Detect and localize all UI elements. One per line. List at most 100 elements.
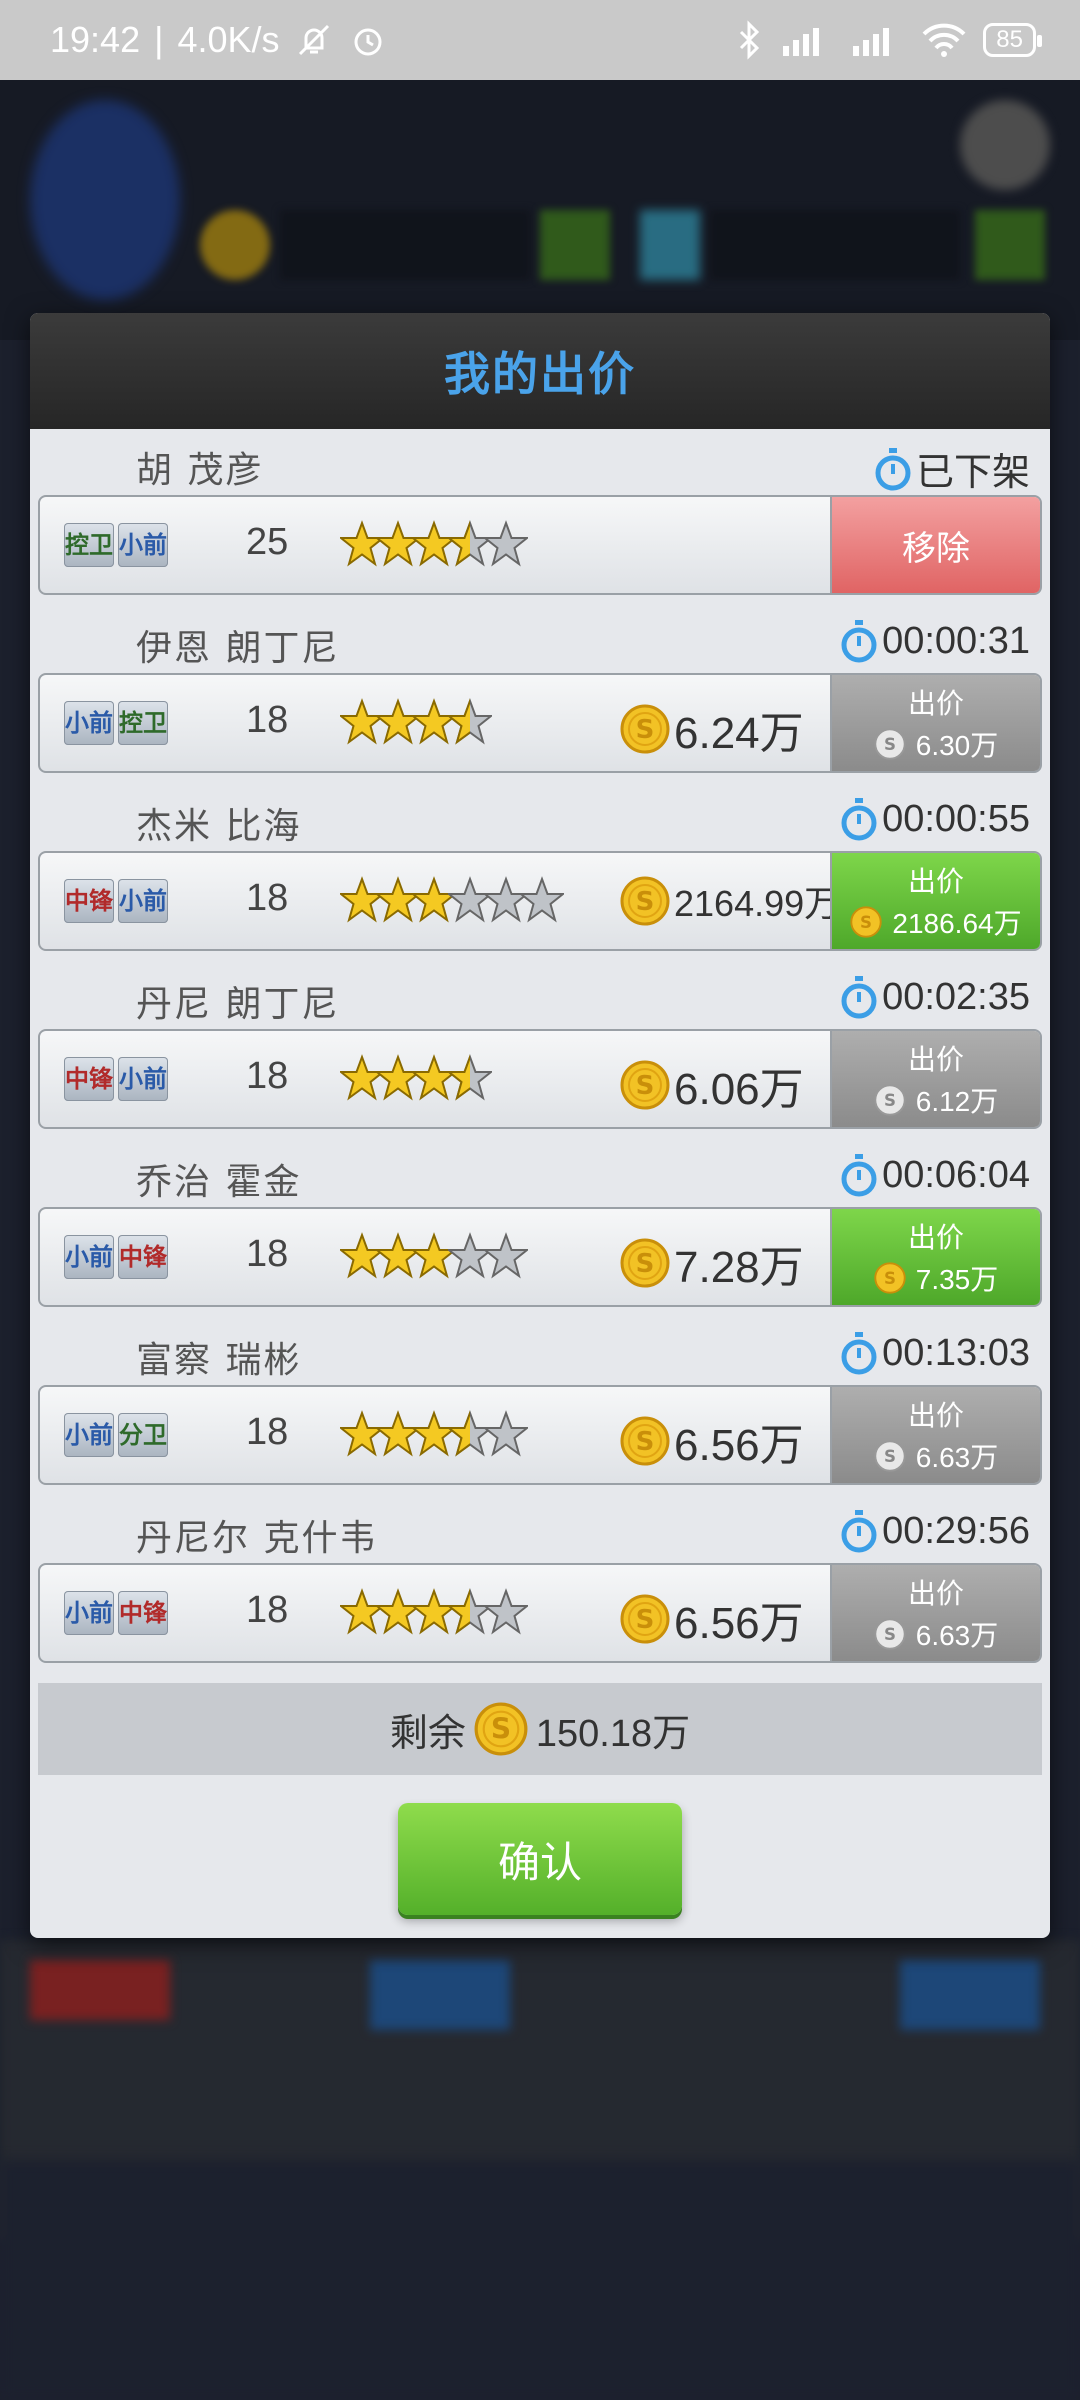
- star-icon: [338, 1051, 386, 1109]
- bid-button[interactable]: 出价 S 7.35万: [830, 1209, 1040, 1305]
- current-price: S 2164.99万: [620, 875, 840, 927]
- bid-button[interactable]: 出价 S 6.30万: [830, 675, 1040, 771]
- star-icon: [374, 873, 422, 931]
- bid-item: 胡 茂彦 已下架 控卫 小前 25 移除: [38, 437, 1042, 615]
- coin-icon: S: [620, 1416, 670, 1466]
- position-badge: 中锋: [118, 1591, 168, 1635]
- timer: 00:02:35: [840, 975, 1030, 1019]
- position-badge: 小前: [64, 701, 114, 745]
- star-rating: [338, 517, 530, 575]
- bid-button[interactable]: 出价 S 6.12万: [830, 1031, 1040, 1127]
- timer: 00:00:55: [840, 797, 1030, 841]
- status-bar: 19:42 | 4.0K/s 85: [0, 0, 1080, 80]
- mute-icon: [298, 24, 329, 56]
- coin-icon: S: [620, 876, 670, 926]
- bid-button[interactable]: 出价 S 6.63万: [830, 1387, 1040, 1483]
- star-icon: [518, 873, 566, 931]
- star-icon: [338, 1585, 386, 1643]
- separator: |: [154, 19, 164, 60]
- action-label: 出价: [907, 865, 964, 898]
- position-badge: 控卫: [118, 701, 168, 745]
- battery-icon: 85: [983, 23, 1042, 57]
- bid-item: 丹尼尔 克什韦 00:29:56 小前 中锋 18 S 6.56万 出价 S 6.63万: [38, 1505, 1042, 1683]
- star-icon: [410, 695, 458, 753]
- price-value: 6.06万: [674, 1065, 804, 1114]
- position-badge: 小前: [64, 1591, 114, 1635]
- bid-list: 胡 茂彦 已下架 控卫 小前 25 移除 伊恩 朗丁尼 00:00:31 小前 控卫 18 S 6.24…: [38, 437, 1042, 1683]
- stopwatch-icon: [841, 1154, 877, 1197]
- star-icon: [446, 873, 494, 931]
- player-age: 18: [246, 1055, 289, 1097]
- svg-text:S: S: [636, 1071, 655, 1101]
- bid-row: 中锋 小前 18 S 2164.99万 出价 S 2186.64万: [38, 851, 1042, 951]
- player-name: 胡 茂彦: [136, 450, 264, 491]
- remaining-balance: 剩余 S 150.18万: [38, 1683, 1042, 1775]
- star-icon: [446, 1585, 494, 1643]
- timer: 00:29:56: [840, 1509, 1030, 1553]
- stopwatch-icon: [841, 1510, 877, 1553]
- svg-text:S: S: [636, 1427, 655, 1457]
- stopwatch-icon: [841, 976, 877, 1019]
- price-value: 6.56万: [674, 1599, 804, 1648]
- star-rating: [338, 695, 494, 753]
- star-rating: [338, 1229, 530, 1287]
- dialog-header: 我的出价: [30, 313, 1050, 429]
- player-age: 18: [246, 1233, 289, 1275]
- star-icon: [338, 695, 386, 753]
- position-badge: 中锋: [64, 879, 114, 923]
- coin-icon: S: [874, 1440, 906, 1472]
- stopwatch-icon: [875, 447, 911, 490]
- bid-price-value: 6.12万: [915, 1086, 999, 1117]
- bid-row: 小前 控卫 18 S 6.24万 出价 S 6.30万: [38, 673, 1042, 773]
- positions: 小前 中锋: [64, 1235, 168, 1279]
- player-age: 18: [246, 699, 289, 741]
- bid-button[interactable]: 出价 S 6.63万: [830, 1565, 1040, 1661]
- positions: 小前 中锋: [64, 1591, 168, 1635]
- bid-row: 控卫 小前 25 移除: [38, 495, 1042, 595]
- position-badge: 小前: [118, 879, 168, 923]
- svg-text:S: S: [884, 1625, 896, 1644]
- svg-text:S: S: [636, 1605, 655, 1635]
- signal-icon-2: [853, 28, 890, 56]
- price-value: 2164.99万: [674, 883, 841, 924]
- star-rating: [338, 1407, 530, 1465]
- star-icon: [338, 517, 386, 575]
- remaining-label: 剩余: [389, 1710, 466, 1755]
- remaining-value: 150.18万: [535, 1712, 691, 1755]
- action-label: 出价: [907, 1577, 964, 1610]
- player-age: 18: [246, 1589, 289, 1631]
- current-price: S 6.56万: [620, 1409, 804, 1473]
- star-icon: [410, 1229, 458, 1287]
- bid-price-value: 6.30万: [915, 730, 999, 761]
- positions: 中锋 小前: [64, 1057, 168, 1101]
- coin-icon: S: [874, 1618, 906, 1650]
- svg-text:S: S: [636, 887, 655, 917]
- remove-button[interactable]: 移除: [830, 497, 1040, 593]
- positions: 小前 控卫: [64, 701, 168, 745]
- dialog-title: 我的出价: [444, 347, 636, 401]
- position-badge: 小前: [64, 1235, 114, 1279]
- current-price: S 6.24万: [620, 697, 804, 761]
- star-icon: [374, 1051, 422, 1109]
- stopwatch-icon: [841, 620, 877, 663]
- bid-button[interactable]: 出价 S 2186.64万: [830, 853, 1040, 949]
- coin-icon: S: [474, 1702, 528, 1756]
- position-badge: 小前: [64, 1413, 114, 1457]
- current-price: S 7.28万: [620, 1231, 804, 1295]
- bid-price: S 6.63万: [874, 1614, 998, 1654]
- bid-item: 伊恩 朗丁尼 00:00:31 小前 控卫 18 S 6.24万 出价 S 6.30万: [38, 615, 1042, 793]
- bid-row: 中锋 小前 18 S 6.06万 出价 S 6.12万: [38, 1029, 1042, 1129]
- bluetooth-icon: [740, 20, 760, 60]
- coin-icon: S: [874, 728, 906, 760]
- svg-text:S: S: [636, 1249, 655, 1279]
- bid-item: 乔治 霍金 00:06:04 小前 中锋 18 S 7.28万 出价 S 7.35万: [38, 1149, 1042, 1327]
- current-price: S 6.06万: [620, 1053, 804, 1117]
- confirm-button[interactable]: 确认: [398, 1803, 682, 1915]
- action-label: 移除: [902, 528, 970, 569]
- bid-row: 小前 分卫 18 S 6.56万 出价 S 6.63万: [38, 1385, 1042, 1485]
- position-badge: 控卫: [64, 523, 114, 567]
- clock: 19:42: [50, 19, 141, 60]
- star-icon: [446, 1229, 494, 1287]
- my-bids-dialog: 我的出价 胡 茂彦 已下架 控卫 小前 25 移除 伊恩 朗丁尼 00:00:31 小前 控卫 18…: [30, 313, 1050, 1938]
- bid-price: S 6.30万: [874, 724, 999, 764]
